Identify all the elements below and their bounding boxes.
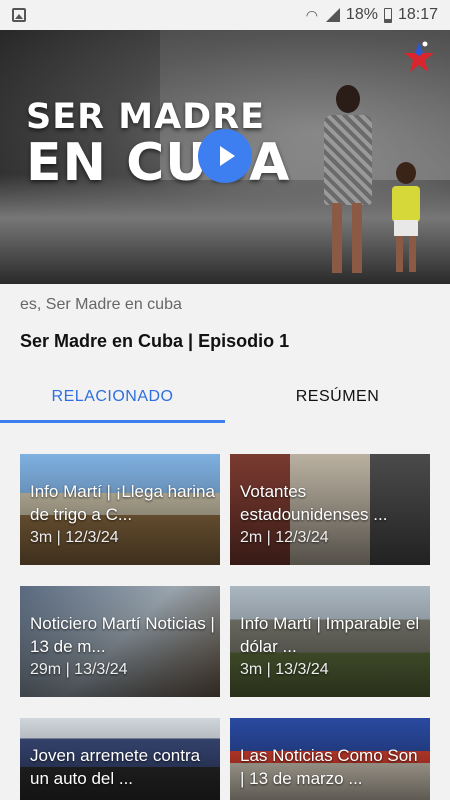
related-card-meta: 3m | 13/3/24: [240, 661, 329, 678]
related-card-title: Info Martí | Imparable el dólar ...: [240, 614, 420, 656]
related-card-title: Las Noticias Como Son | 13 de marzo ...: [240, 746, 418, 788]
related-card[interactable]: Las Noticias Como Son | 13 de marzo ...: [230, 718, 430, 800]
related-card-title: Votantes estadounidenses ...: [240, 482, 388, 524]
related-card-title: Info Martí | ¡Llega harina de trigo a C.…: [30, 482, 215, 524]
tab-relacionado[interactable]: RELACIONADO: [0, 370, 225, 424]
related-card[interactable]: Noticiero Martí Noticias | 13 de m... 29…: [20, 586, 220, 697]
related-card[interactable]: Joven arremete contra un auto del ...: [20, 718, 220, 800]
battery-percent: 18%: [345, 6, 378, 23]
tab-bar: RELACIONADO RESÚMEN: [0, 370, 450, 424]
related-card[interactable]: Votantes estadounidenses ... 2m | 12/3/2…: [230, 454, 430, 565]
video-figure-woman: [318, 85, 376, 275]
clock: 18:17: [397, 6, 438, 23]
video-player[interactable]: SER MADRE EN CUBA: [0, 30, 450, 284]
related-card-meta: 29m | 13/3/24: [30, 661, 128, 678]
status-right: ◠ 18% 18:17: [306, 6, 438, 24]
video-figure-girl: [386, 162, 426, 272]
related-card-meta: 2m | 12/3/24: [240, 529, 329, 546]
related-card-title: Noticiero Martí Noticias | 13 de m...: [30, 614, 215, 656]
wifi-icon: ◠: [305, 6, 318, 23]
battery-icon: [383, 7, 392, 23]
related-card[interactable]: Info Martí | ¡Llega harina de trigo a C.…: [20, 454, 220, 565]
marti-star-logo-icon: [404, 41, 434, 72]
related-card-meta: 3m | 12/3/24: [30, 529, 119, 546]
tab-resumen[interactable]: RESÚMEN: [225, 370, 450, 424]
episode-title: Ser Madre en Cuba | Episodio 1: [20, 331, 290, 351]
related-card[interactable]: Info Martí | Imparable el dólar ... 3m |…: [230, 586, 430, 697]
video-overlay-title: SER MADRE EN CUBA: [26, 97, 290, 190]
gallery-icon: [12, 8, 26, 22]
video-overlay-title-line1: SER MADRE: [26, 97, 266, 137]
signal-icon: [324, 8, 340, 22]
show-subtitle: es, Ser Madre en cuba: [20, 296, 182, 313]
play-button[interactable]: [198, 129, 252, 183]
status-bar: ◠ 18% 18:17: [0, 0, 450, 30]
active-tab-indicator: [0, 420, 225, 423]
related-card-title: Joven arremete contra un auto del ...: [30, 746, 201, 788]
